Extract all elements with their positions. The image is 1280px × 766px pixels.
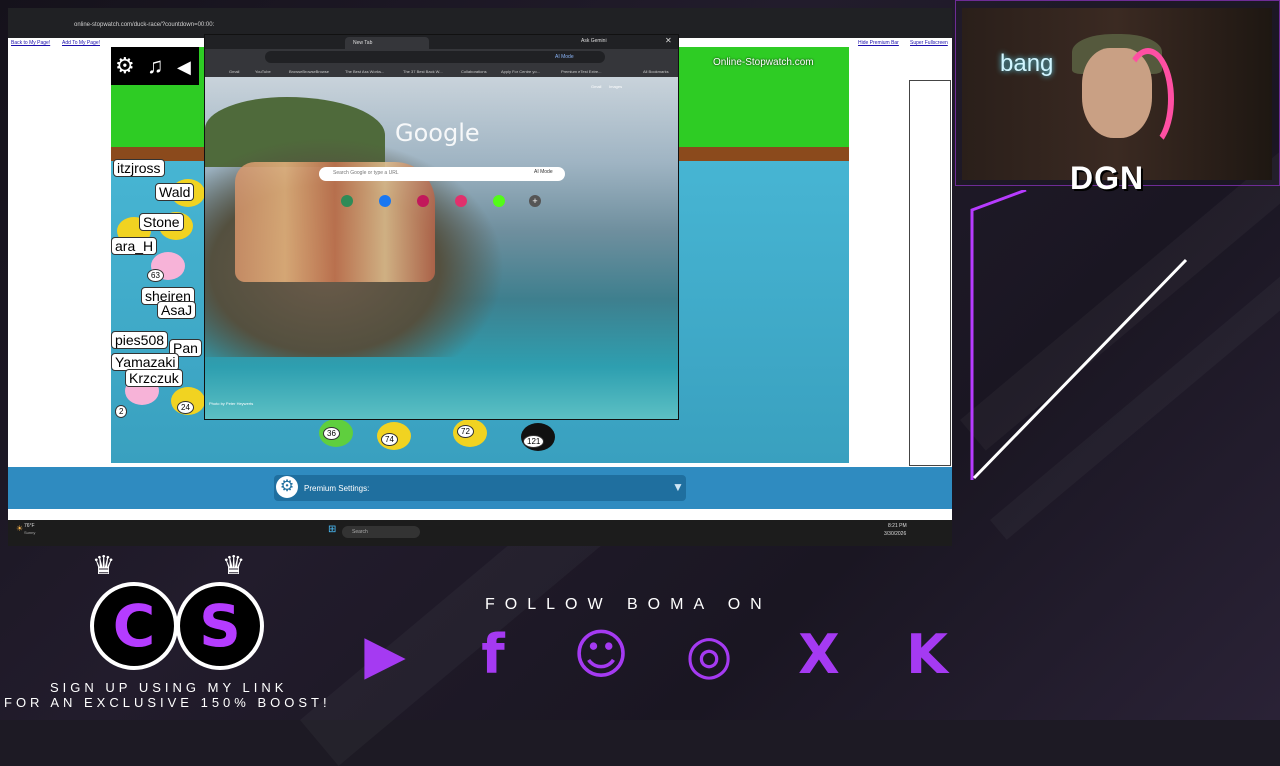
tab-new-tab[interactable]: New Tab — [345, 37, 429, 49]
photo-credit[interactable]: Photo by Peter Heywerts — [209, 401, 253, 406]
ask-gemini-button[interactable]: Ask Gemini — [581, 38, 607, 44]
clock-time: 8:21 PM — [888, 523, 907, 529]
dgn-logo: DGN — [1070, 160, 1145, 196]
duck-number-badge: 63 — [147, 269, 164, 282]
kick-icon: K — [906, 623, 948, 686]
signup-text-line2: FOR AN EXCLUSIVE 150% BOOST! — [4, 695, 331, 710]
bookmark-item[interactable]: YouTube — [255, 69, 271, 74]
settings-gear-icon: ⚙ — [276, 476, 298, 498]
google-search-box[interactable]: Search Google or type a URL AI Mode — [319, 167, 565, 181]
brand-logo-c: C — [90, 582, 178, 670]
search-placeholder: Search Google or type a URL — [333, 170, 399, 176]
shortcut-icon[interactable] — [341, 195, 353, 207]
facebook-icon: f — [481, 623, 505, 686]
crown-icon: ♛ — [92, 550, 116, 580]
gear-icon[interactable]: ⚙ — [115, 53, 135, 79]
ai-mode-button[interactable]: AI Mode — [555, 54, 574, 60]
youtube-icon: ▶ — [364, 623, 406, 686]
bookmark-item[interactable]: Apply For Centre yo... — [501, 69, 540, 74]
bang-neon-sign: bang — [1000, 50, 1054, 77]
duck-name-label: Wald — [155, 183, 195, 201]
brand-letter-s: S — [199, 592, 241, 660]
weather-status: Sunny — [24, 530, 36, 535]
chrome-tab-strip: New Tab Ask Gemini ✕ — [205, 35, 678, 49]
duck-number-badge: 74 — [381, 433, 398, 446]
duck-number-badge: 36 — [323, 427, 340, 440]
bookmark-item[interactable]: All Bookmarks — [643, 69, 669, 74]
chevron-down-icon[interactable]: ▼ — [672, 480, 684, 494]
premium-settings-label: Premium Settings: — [304, 484, 370, 493]
bookmark-item[interactable]: Premium eTest Extre... — [561, 69, 601, 74]
follow-heading: FOLLOW BOMA ON — [485, 596, 772, 613]
shortcut-icon[interactable] — [379, 195, 391, 207]
gmail-link[interactable]: Gmail — [591, 84, 601, 89]
duck-name-label: AsaJ — [157, 301, 197, 319]
super-fullscreen-link[interactable]: Super Fullscreen — [910, 40, 948, 46]
duck-name-label: pies508 — [111, 331, 169, 349]
side-ad-panel — [909, 80, 951, 466]
back-to-my-page-link[interactable]: Back to My Page! — [11, 40, 50, 46]
taskbar-search-box[interactable]: Search — [342, 526, 420, 538]
online-stopwatch-logo[interactable]: Online-Stopwatch.com — [713, 57, 814, 68]
duck-name-label: Stone — [139, 213, 184, 231]
bookmarks-bar: Gmail YouTube BrowseBrowseBrowse The Bes… — [205, 66, 678, 76]
game-toolbar: ⚙ ♫ ◀ — [111, 47, 199, 85]
discord-icon: ☺ — [572, 623, 630, 686]
instagram-icon: ◎ — [685, 623, 733, 686]
windows-taskbar: ☀ 76°F Sunny ⊞ 8:21 PM 3/30/2026 — [8, 520, 952, 546]
address-bar[interactable]: online-stopwatch.com/duck-race/?countdow… — [74, 22, 214, 28]
taskbar-search-label: Search — [352, 529, 368, 535]
weather-temp: 76°F — [24, 523, 35, 529]
google-logo: Google — [395, 119, 480, 147]
hide-premium-bar-link[interactable]: Hide Premium Bar — [858, 40, 899, 46]
new-tab-page-background: Gmail Images Google Search Google or typ… — [205, 77, 678, 419]
tab-title: New Tab — [353, 40, 373, 46]
duck-name-label: itzjross — [113, 159, 165, 177]
bookmark-item[interactable]: Collaborations — [461, 69, 487, 74]
brand-logo-s: S — [176, 582, 264, 670]
images-link[interactable]: Images — [609, 84, 622, 89]
shortcut-icon[interactable] — [493, 195, 505, 207]
signup-text-line1: SIGN UP USING MY LINK — [50, 680, 288, 695]
close-icon[interactable]: ✕ — [665, 36, 672, 45]
duck-number-badge: 72 — [457, 425, 474, 438]
duck-name-label: ara_H — [111, 237, 158, 255]
bookmark-item[interactable]: Gmail — [229, 69, 239, 74]
bookmark-item[interactable]: BrowseBrowseBrowse — [289, 69, 329, 74]
bookmark-item[interactable]: The Best Ass Works... — [345, 69, 384, 74]
bookmark-item[interactable]: The 37 Best Back W... — [403, 69, 443, 74]
sound-icon[interactable]: ◀ — [177, 57, 191, 78]
desktop-capture: online-stopwatch.com/duck-race/?countdow… — [8, 8, 952, 546]
duck-number-badge: 24 — [177, 401, 194, 414]
ai-mode-chip[interactable]: AI Mode — [534, 169, 553, 175]
add-to-my-page-link[interactable]: Add To My Page! — [62, 40, 100, 46]
chrome-new-tab-window: New Tab Ask Gemini ✕ AI Mode Gmail YouTu… — [204, 34, 679, 420]
weather-icon: ☀ — [16, 524, 24, 533]
music-icon[interactable]: ♫ — [147, 53, 164, 79]
overlay-chevron-shape — [970, 190, 1188, 480]
windows-start-icon[interactable]: ⊞ — [328, 524, 336, 535]
shortcut-icon[interactable] — [417, 195, 429, 207]
add-shortcut-icon[interactable]: + — [529, 195, 541, 207]
x-icon: X — [798, 623, 840, 686]
crown-icon: ♛ — [222, 550, 246, 580]
brand-letter-c: C — [112, 592, 156, 660]
duck-name-label: Krzczuk — [125, 369, 183, 387]
omnibox[interactable]: AI Mode — [265, 51, 605, 63]
clock-date: 3/30/2026 — [884, 531, 907, 537]
shortcut-icon[interactable] — [455, 195, 467, 207]
webcam-frame — [955, 0, 1280, 186]
